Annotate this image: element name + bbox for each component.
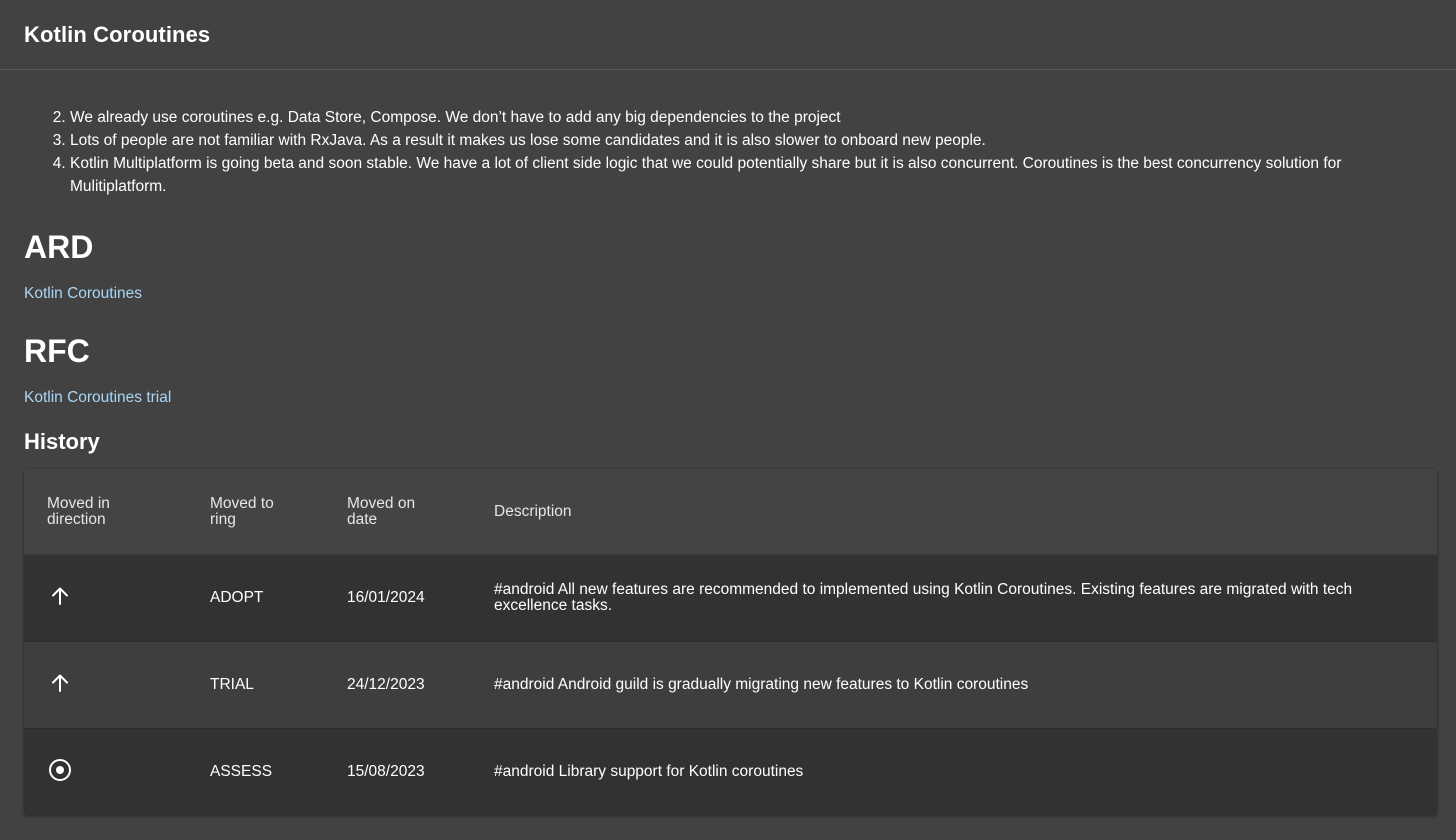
- description-value: #android Android guild is gradually migr…: [494, 676, 1029, 693]
- arrow-up-icon: [47, 670, 73, 696]
- ard-link[interactable]: Kotlin Coroutines: [24, 285, 142, 303]
- history-heading: History: [24, 429, 100, 454]
- arrow-up-icon: [47, 583, 73, 609]
- description-value: #android Library support for Kotlin coro…: [494, 763, 804, 780]
- circle-dot-icon: [47, 757, 73, 783]
- date-value: 24/12/2023: [347, 676, 425, 693]
- main-content: We already use coroutines e.g. Data Stor…: [0, 70, 1456, 815]
- column-header-description: Description: [494, 502, 572, 520]
- date-value: 16/01/2024: [347, 589, 425, 606]
- ring-value: ADOPT: [210, 589, 264, 606]
- ring-value: TRIAL: [210, 676, 254, 693]
- column-header-direction: Moved in direction: [47, 494, 110, 528]
- rfc-heading: RFC: [24, 333, 90, 369]
- list-item: Kotlin Multiplatform is going beta and s…: [70, 152, 1432, 198]
- column-header-ring: Moved to ring: [210, 494, 274, 528]
- top-bar: Kotlin Coroutines: [0, 0, 1456, 70]
- page-title: Kotlin Coroutines: [24, 21, 211, 47]
- table-row: TRIAL 24/12/2023 #android Android guild …: [24, 642, 1437, 729]
- ring-value: ASSESS: [210, 763, 273, 780]
- ard-heading: ARD: [24, 229, 94, 265]
- date-value: 15/08/2023: [347, 763, 425, 780]
- rfc-link[interactable]: Kotlin Coroutines trial: [24, 389, 171, 407]
- list-item: Lots of people are not familiar with RxJ…: [70, 129, 1432, 152]
- table-row: ASSESS 15/08/2023 #android Library suppo…: [24, 729, 1437, 815]
- table-header: Moved in direction Moved to ring Moved o…: [24, 469, 1437, 555]
- table-row: ADOPT 16/01/2024 #android All new featur…: [24, 555, 1437, 642]
- history-table: Moved in direction Moved to ring Moved o…: [24, 469, 1437, 815]
- reasons-list: We already use coroutines e.g. Data Stor…: [24, 106, 1432, 198]
- description-value: #android All new features are recommende…: [494, 581, 1353, 614]
- column-header-date: Moved on date: [347, 494, 416, 528]
- list-item: We already use coroutines e.g. Data Stor…: [70, 106, 1432, 129]
